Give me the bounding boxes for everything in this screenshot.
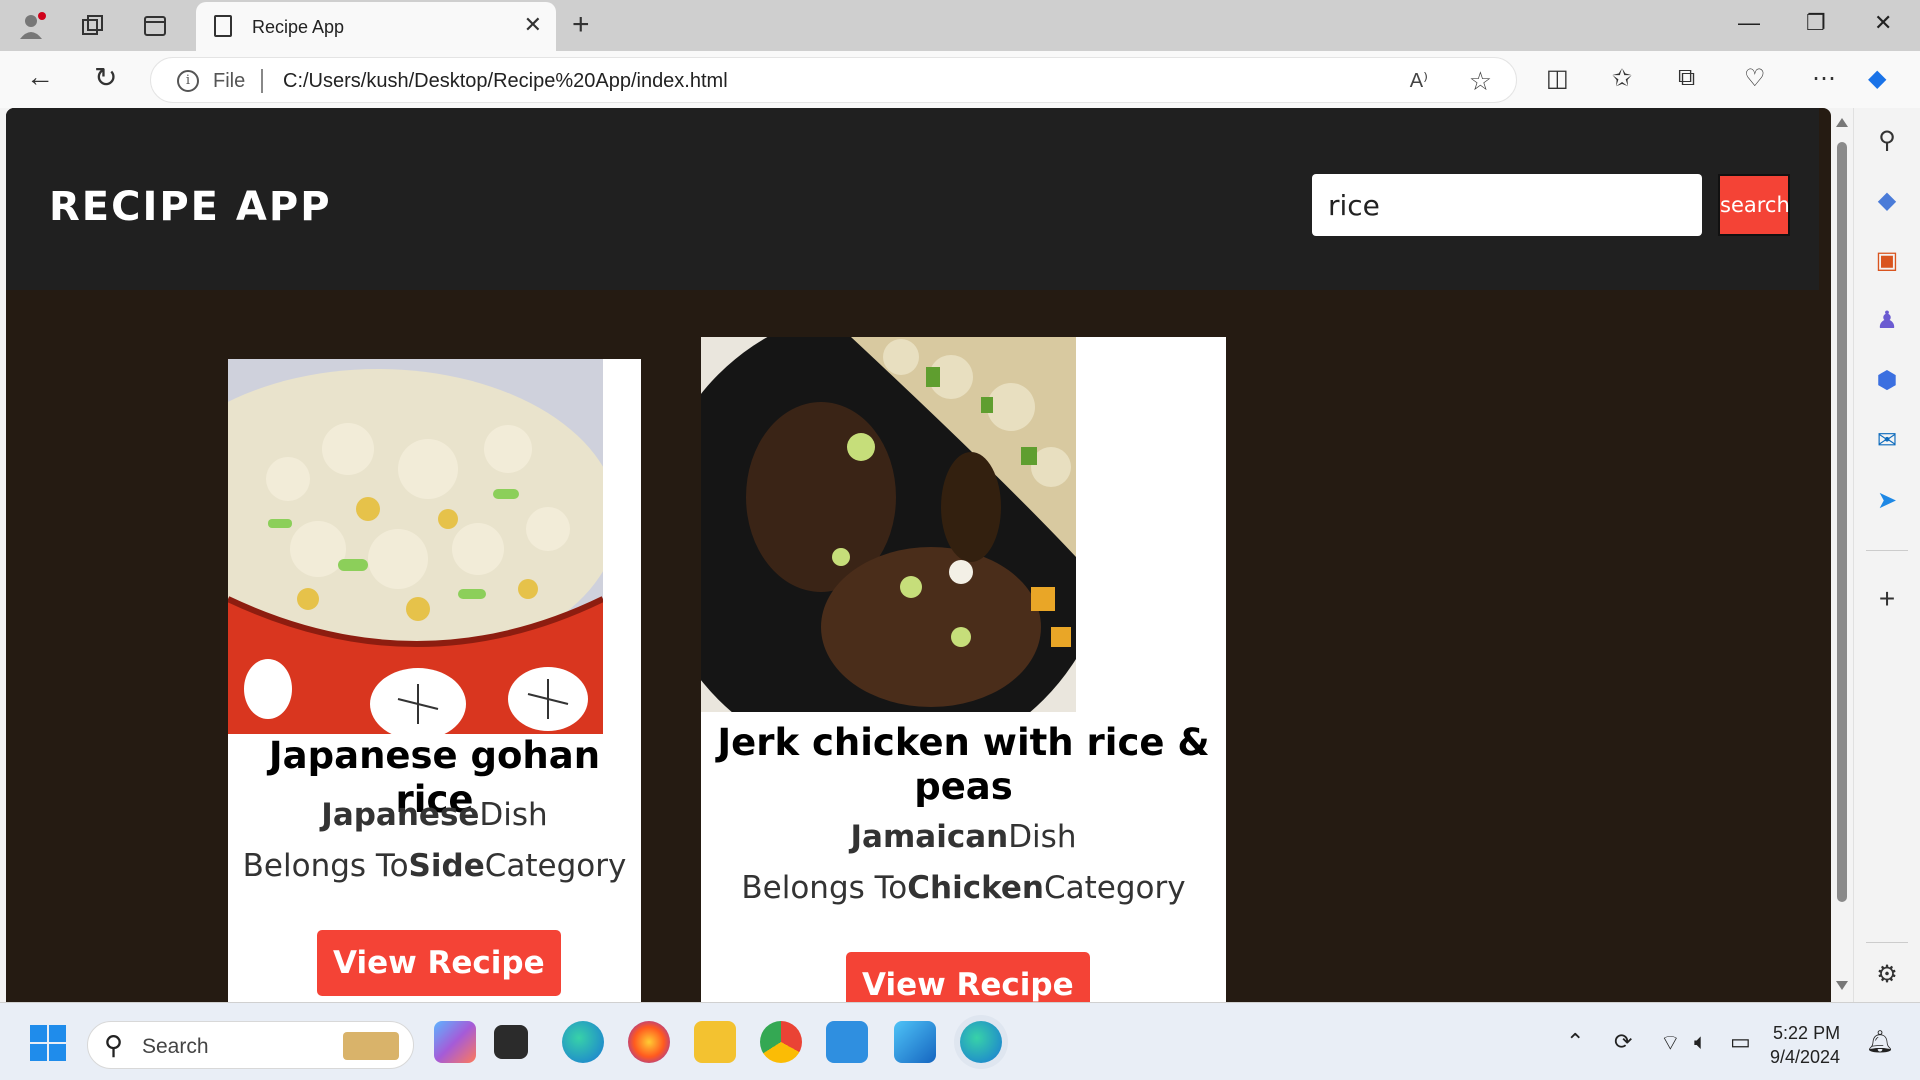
file-explorer-icon[interactable] xyxy=(694,1021,736,1063)
tab-recipe-app[interactable]: Recipe App ✕ xyxy=(196,2,556,51)
settings-gear-icon[interactable]: ⚙ xyxy=(1872,960,1902,990)
read-aloud-icon[interactable]: A⁾ xyxy=(1410,68,1428,93)
address-bar[interactable]: i File C:/Users/kush/Desktop/Recipe%20Ap… xyxy=(150,57,1517,103)
send-icon[interactable]: ➤ xyxy=(1872,486,1902,516)
taskbar-search-box[interactable]: ⚲ Search xyxy=(87,1021,414,1069)
dish-suffix: Dish xyxy=(479,797,548,833)
browser-essentials-icon[interactable]: ♡ xyxy=(1744,64,1766,93)
profile-icon[interactable] xyxy=(16,9,50,43)
favorites-icon[interactable]: ✩ xyxy=(1612,64,1632,93)
scroll-up-arrow-icon[interactable] xyxy=(1836,118,1848,127)
refresh-icon[interactable]: ↻ xyxy=(94,61,117,94)
volume-icon[interactable]: 🔈︎ xyxy=(1694,1029,1707,1055)
copilot-icon[interactable]: ◆ xyxy=(1868,64,1886,93)
task-view-icon[interactable] xyxy=(494,1025,528,1059)
show-hidden-icons-chevron-icon[interactable]: ⌃ xyxy=(1566,1029,1584,1055)
view-recipe-button[interactable]: View Recipe xyxy=(317,930,561,996)
copilot-pre-app-icon[interactable] xyxy=(434,1021,476,1063)
edge-app-icon[interactable] xyxy=(562,1021,604,1063)
vscode-app-icon[interactable] xyxy=(826,1021,868,1063)
recipe-area: JapaneseDish xyxy=(228,797,641,833)
search-highlight-icon xyxy=(343,1032,399,1060)
scroll-down-arrow-icon[interactable] xyxy=(1836,981,1848,990)
photos-app-icon[interactable] xyxy=(894,1021,936,1063)
close-tab-icon[interactable]: ✕ xyxy=(524,12,542,38)
category-name: Chicken xyxy=(907,870,1044,906)
browser-toolbar: ← ↻ i File C:/Users/kush/Desktop/Recipe%… xyxy=(0,51,1920,108)
new-tab-icon[interactable]: + xyxy=(572,8,590,42)
sidebar-divider xyxy=(1866,942,1908,943)
add-icon[interactable]: + xyxy=(1872,584,1902,614)
back-icon[interactable]: ← xyxy=(26,61,54,93)
minimize-icon[interactable]: — xyxy=(1738,10,1760,36)
page-viewport: RECIPE APP search xyxy=(6,108,1831,1002)
search-icon[interactable]: ⚲ xyxy=(1872,126,1902,156)
workspaces-icon[interactable] xyxy=(76,9,110,43)
search-icon: ⚲ xyxy=(104,1030,124,1060)
wifi-icon[interactable]: ⌔ xyxy=(1660,1029,1681,1057)
category-name: Side xyxy=(408,848,485,884)
recipe-card: Japanese gohan rice JapaneseDish Belongs… xyxy=(228,359,641,1002)
area-name: Jamaican xyxy=(850,819,1009,855)
address-separator xyxy=(261,69,263,93)
edge-active-app-icon[interactable] xyxy=(960,1021,1002,1063)
recipe-name: Jerk chicken with rice & peas xyxy=(717,721,1210,808)
browser-tab-strip: Recipe App ✕ + — ❐ ✕ xyxy=(0,0,1920,51)
clock-date: 9/4/2024 xyxy=(1770,1047,1841,1067)
windows-start-icon[interactable] xyxy=(30,1025,66,1066)
taskbar-clock[interactable]: 5:22 PM 9/4/2024 xyxy=(1770,1021,1840,1069)
favorite-star-icon[interactable]: ☆ xyxy=(1469,66,1492,97)
clock-time: 5:22 PM xyxy=(1773,1023,1841,1043)
address-prefix: File xyxy=(213,70,246,92)
category-prefix: Belongs To xyxy=(741,870,908,906)
search-button[interactable]: search xyxy=(1718,174,1790,236)
windows-taskbar: ⚲ Search ⌃ ⟳ ⌔ 🔈︎ ▭ 5:22 PM 9/4/2024 🔔︎ xyxy=(0,1002,1920,1080)
taskbar-search-label: Search xyxy=(142,1035,209,1058)
tools-briefcase-icon[interactable]: ▣ xyxy=(1872,246,1902,276)
recipe-image-fried-rice xyxy=(228,359,603,734)
recipe-category: Belongs ToSideCategory xyxy=(228,848,641,884)
microsoft-365-icon[interactable]: ⬢ xyxy=(1872,366,1902,396)
category-suffix: Category xyxy=(484,848,627,884)
area-name: Japanese xyxy=(321,797,480,833)
sync-status-icon[interactable]: ⟳ xyxy=(1614,1029,1632,1055)
firefox-app-icon[interactable] xyxy=(628,1021,670,1063)
category-prefix: Belongs To xyxy=(242,848,409,884)
search-input[interactable] xyxy=(1312,174,1702,236)
recipe-card: Jerk chicken with rice & peas JamaicanDi… xyxy=(701,337,1226,1002)
category-suffix: Category xyxy=(1043,870,1186,906)
more-menu-icon[interactable]: ⋯ xyxy=(1812,64,1836,93)
edge-sidebar: ⚲ ◆ ▣ ♟ ⬢ ✉ ➤ + ⚙ xyxy=(1853,108,1920,1002)
collections-icon[interactable]: ⧉ xyxy=(1678,64,1695,92)
page-scrollbar[interactable] xyxy=(1831,108,1853,1002)
restore-icon[interactable]: ❐ xyxy=(1806,10,1826,36)
dish-suffix: Dish xyxy=(1008,819,1077,855)
url-text[interactable]: C:/Users/kush/Desktop/Recipe%20App/index… xyxy=(283,70,728,93)
games-icon[interactable]: ♟ xyxy=(1872,306,1902,336)
view-recipe-button[interactable]: View Recipe xyxy=(846,952,1090,1002)
chrome-app-icon[interactable] xyxy=(760,1021,802,1063)
scroll-thumb[interactable] xyxy=(1837,142,1847,902)
page-icon xyxy=(214,15,232,37)
close-window-icon[interactable]: ✕ xyxy=(1874,10,1892,36)
recipe-image-jerk-chicken xyxy=(701,337,1076,712)
notifications-bell-icon[interactable]: 🔔︎ xyxy=(1866,1029,1894,1055)
recipe-category: Belongs ToChickenCategory xyxy=(701,870,1226,906)
recipe-area: JamaicanDish xyxy=(701,819,1226,855)
shopping-tag-icon[interactable]: ◆ xyxy=(1872,186,1902,216)
tab-title: Recipe App xyxy=(252,17,345,37)
app-title: RECIPE APP xyxy=(49,184,332,230)
app-header: RECIPE APP search xyxy=(6,108,1819,290)
tab-actions-icon[interactable] xyxy=(138,9,172,43)
battery-icon[interactable]: ▭ xyxy=(1730,1029,1751,1055)
outlook-icon[interactable]: ✉ xyxy=(1872,426,1902,456)
info-icon[interactable]: i xyxy=(177,70,199,92)
split-screen-icon[interactable]: ◫ xyxy=(1546,64,1569,93)
sidebar-divider xyxy=(1866,550,1908,551)
